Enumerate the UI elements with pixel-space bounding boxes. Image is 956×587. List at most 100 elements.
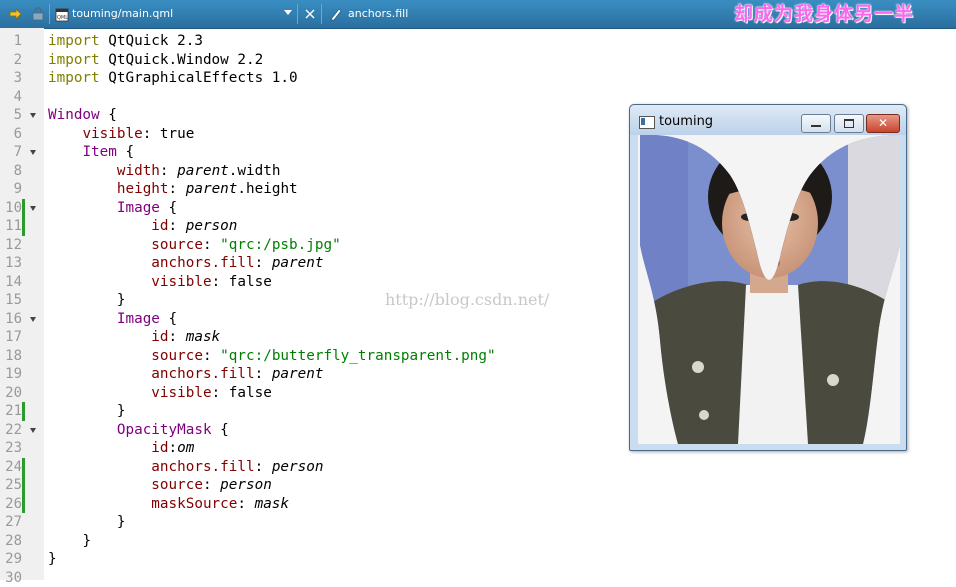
- code-token: height: [117, 181, 169, 197]
- qml-file-icon: QML: [55, 8, 69, 22]
- code-token: person: [186, 218, 238, 234]
- code-token: :: [203, 348, 220, 364]
- code-line: source: "qrc:/butterfly_transparent.png": [48, 347, 496, 366]
- code-token: import: [48, 52, 100, 68]
- code-line: source: "qrc:/psb.jpg": [48, 236, 341, 255]
- line-number: 23: [0, 439, 22, 458]
- line-number: 11: [0, 217, 22, 236]
- code-line: Image {: [48, 310, 177, 329]
- window-title: touming: [659, 114, 713, 129]
- lock-icon[interactable]: [31, 7, 45, 21]
- code-token: }: [117, 403, 126, 419]
- code-line: source: person: [48, 476, 272, 495]
- code-token: :: [169, 218, 186, 234]
- code-token: OpacityMask: [117, 422, 212, 438]
- line-number: 9: [0, 180, 22, 199]
- window-client-area: [638, 135, 900, 444]
- maximize-icon: [844, 119, 854, 128]
- code-line: anchors.fill: parent: [48, 254, 323, 273]
- separator: [49, 4, 50, 24]
- line-number: 21: [0, 402, 22, 421]
- code-token: : false: [212, 385, 272, 401]
- fold-toggle-icon[interactable]: [30, 317, 36, 322]
- line-number: 6: [0, 125, 22, 144]
- code-token: mask: [255, 496, 289, 512]
- line-number: 7: [0, 143, 22, 162]
- code-token: "qrc:/psb.jpg": [220, 237, 341, 253]
- line-number: 10: [0, 199, 22, 218]
- code-token: person: [220, 477, 272, 493]
- code-token: import: [48, 70, 100, 86]
- code-line: height: parent.height: [48, 180, 298, 199]
- code-indent: [48, 403, 117, 419]
- code-token: :: [255, 255, 272, 271]
- symbol-icon: [329, 7, 343, 21]
- line-number: 2: [0, 51, 22, 70]
- code-line: }: [48, 550, 57, 569]
- masked-photo: [638, 135, 900, 444]
- code-token: parent: [272, 366, 324, 382]
- minimize-button[interactable]: [801, 114, 831, 133]
- code-token: }: [117, 514, 126, 530]
- line-number: 18: [0, 347, 22, 366]
- code-indent: [48, 218, 151, 234]
- code-indent: [48, 477, 151, 493]
- code-token: source: [151, 348, 203, 364]
- code-token: source: [151, 237, 203, 253]
- code-token: .height: [237, 181, 297, 197]
- close-button[interactable]: ✕: [866, 114, 900, 133]
- code-line: maskSource: mask: [48, 495, 289, 514]
- code-line: import QtQuick 2.3: [48, 32, 203, 51]
- code-indent: [48, 422, 117, 438]
- code-token: Item: [82, 144, 116, 160]
- line-number: 8: [0, 162, 22, 181]
- code-token: : false: [212, 274, 272, 290]
- file-tab-selector[interactable]: touming/main.qml: [72, 6, 292, 22]
- code-token: :: [169, 329, 186, 345]
- code-indent: [48, 237, 151, 253]
- window-titlebar[interactable]: touming ✕: [630, 105, 906, 135]
- close-icon: ✕: [876, 116, 890, 130]
- code-token: {: [160, 200, 177, 216]
- code-indent: [48, 385, 151, 401]
- fold-toggle-icon[interactable]: [30, 428, 36, 433]
- code-indent: [48, 163, 117, 179]
- line-number: 1: [0, 32, 22, 51]
- fold-toggle-icon[interactable]: [30, 206, 36, 211]
- preview-window[interactable]: touming ✕: [629, 104, 907, 451]
- code-line: id: mask: [48, 328, 220, 347]
- code-indent: [48, 348, 151, 364]
- code-token: visible: [151, 274, 211, 290]
- file-tab-label: touming/main.qml: [72, 7, 173, 20]
- code-indent: [48, 311, 117, 327]
- code-token: parent: [272, 255, 324, 271]
- code-token: visible: [82, 126, 142, 142]
- nav-arrow-icon[interactable]: [8, 7, 22, 21]
- close-tab-icon[interactable]: [303, 7, 317, 21]
- code-indent: [48, 366, 151, 382]
- code-line: import QtQuick.Window 2.2: [48, 51, 263, 70]
- code-token: :: [203, 237, 220, 253]
- code-token: QtQuick.Window 2.2: [100, 52, 264, 68]
- code-indent: [48, 144, 82, 160]
- maximize-button[interactable]: [834, 114, 864, 133]
- dropdown-arrow-icon[interactable]: [284, 10, 292, 15]
- code-line: Image {: [48, 199, 177, 218]
- fold-toggle-icon[interactable]: [30, 150, 36, 155]
- change-marker: [22, 402, 25, 421]
- line-number: 15: [0, 291, 22, 310]
- line-number: 30: [0, 569, 22, 587]
- line-number: 22: [0, 421, 22, 440]
- code-line: OpacityMask {: [48, 421, 229, 440]
- code-indent: [48, 200, 117, 216]
- code-token: :: [160, 163, 177, 179]
- code-token: {: [100, 107, 117, 123]
- code-indent: [48, 459, 151, 475]
- code-indent: [48, 514, 117, 530]
- fold-toggle-icon[interactable]: [30, 113, 36, 118]
- code-token: :: [169, 440, 178, 456]
- code-token: id: [151, 218, 168, 234]
- code-token: }: [48, 551, 57, 567]
- code-token: import: [48, 33, 100, 49]
- code-line: id: person: [48, 217, 237, 236]
